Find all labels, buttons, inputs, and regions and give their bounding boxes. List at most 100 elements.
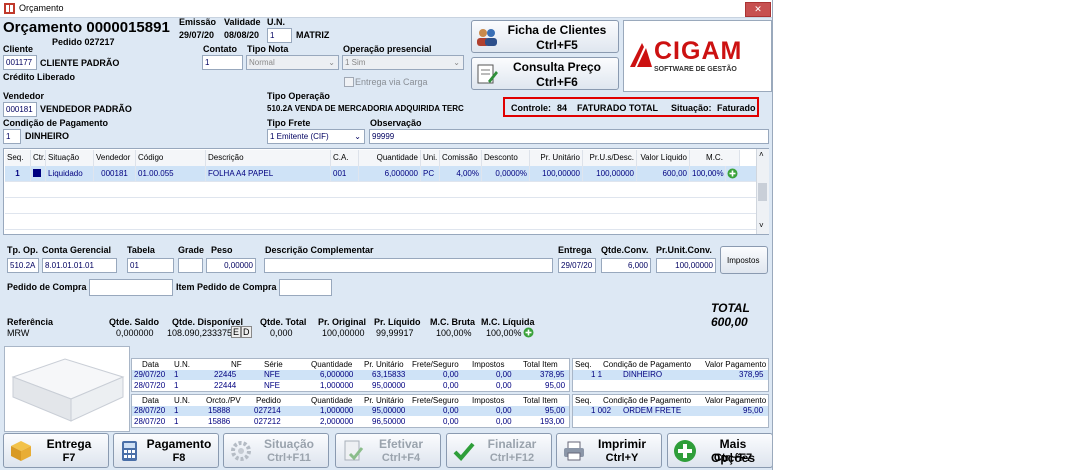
e-button[interactable]: E: [231, 326, 242, 338]
tipo-nota-label: Tipo Nota: [247, 44, 289, 54]
document-check-icon: [344, 440, 364, 461]
mc-bruta-label: M.C. Bruta: [430, 317, 475, 327]
item-pedido-field[interactable]: [279, 279, 332, 296]
saldo-value: 0,000000: [116, 328, 154, 338]
chevron-down-icon: ⌄: [354, 132, 361, 141]
col-header[interactable]: Quantidade: [359, 150, 421, 166]
mais-opcoes-button[interactable]: Mais Opções Ctrl+F7: [667, 433, 772, 468]
chevron-up-icon[interactable]: ˄: [759, 150, 764, 159]
tipo-frete-select[interactable]: 1 Emitente (CIF) ⌄: [267, 129, 365, 144]
total-value: 600,00: [711, 315, 748, 329]
vertical-scrollbar[interactable]: ˄ ˅: [756, 149, 769, 234]
cliente-name: CLIENTE PADRÃO: [40, 58, 120, 68]
col-header[interactable]: Vendedor: [94, 150, 136, 166]
table-row[interactable]: [5, 182, 757, 198]
operacao-label: Operação presencial: [343, 44, 432, 54]
app-icon: [4, 3, 15, 14]
impostos-button[interactable]: Impostos: [720, 246, 768, 274]
table-row[interactable]: [5, 214, 757, 230]
qtde-conv-field[interactable]: 6,000: [601, 258, 651, 273]
cigam-logo: CIGAM SOFTWARE DE GESTÃO: [623, 20, 772, 92]
cliente-label: Cliente: [3, 44, 34, 54]
situacao-button[interactable]: Situação Ctrl+F11: [223, 433, 329, 468]
chevron-down-icon[interactable]: ˅: [759, 221, 764, 230]
validade-label: Validade: [224, 17, 261, 27]
condicao-code-field[interactable]: 1: [3, 129, 21, 144]
table-row[interactable]: 28/07/20 1 15886 027212 2,000000 96,5000…: [132, 417, 569, 427]
table-row[interactable]: 1 1 DINHEIRO 378,95: [573, 370, 768, 380]
entrega-carga-checkbox[interactable]: [344, 77, 354, 87]
col-header[interactable]: Situação: [46, 150, 94, 166]
col-header[interactable]: Descrição: [206, 150, 331, 166]
table-row[interactable]: 28/07/20 1 22444 NFE 1,000000 95,00000 0…: [132, 381, 569, 391]
entrega-field[interactable]: 29/07/20: [558, 258, 596, 273]
observacao-field[interactable]: 99999: [369, 129, 769, 144]
tipo-nota-select[interactable]: Normal ⌄: [246, 55, 339, 70]
col-header[interactable]: Comissão: [440, 150, 482, 166]
referencia-label: Referência: [7, 317, 54, 327]
tp-op-label: Tp. Op.: [7, 245, 38, 255]
col-header[interactable]: Ctr.: [31, 150, 46, 166]
un-label: U.N.: [267, 17, 285, 27]
table-row[interactable]: [5, 198, 757, 214]
plus-circle-icon: [674, 440, 696, 462]
pr-original-label: Pr. Original: [318, 317, 367, 327]
entrega-label: Entrega: [558, 245, 592, 255]
desc-field[interactable]: [264, 258, 553, 273]
grade-label: Grade: [178, 245, 205, 255]
conta-field[interactable]: 8.01.01.01.01: [42, 258, 117, 273]
qtde-total-value: 0,000: [270, 328, 293, 338]
add-circle-icon[interactable]: [727, 168, 738, 179]
imprimir-button[interactable]: Imprimir Ctrl+Y: [556, 433, 662, 468]
chevron-down-icon: ⌄: [328, 58, 335, 67]
d-button[interactable]: D: [241, 326, 252, 338]
close-button[interactable]: ✕: [745, 2, 771, 17]
table-row[interactable]: 29/07/20 1 22445 NFE 6,000000 63,15833 0…: [132, 370, 569, 380]
col-header[interactable]: M.C.: [690, 150, 740, 166]
scroll-thumb[interactable]: [758, 183, 767, 201]
vendedor-name: VENDEDOR PADRÃO: [40, 104, 132, 114]
nf-payment-grid: Seq. Condição de Pagamento Valor Pagamen…: [572, 358, 769, 392]
entrega-carga-label: Entrega via Carga: [355, 77, 428, 87]
un-name: MATRIZ: [296, 30, 330, 40]
orcamento-window: Orçamento ✕ Orçamento 0000015891 Pedido …: [0, 0, 773, 470]
un-field[interactable]: 1: [267, 28, 292, 43]
col-header[interactable]: Uni.: [421, 150, 440, 166]
peso-label: Peso: [211, 245, 233, 255]
finalizar-button[interactable]: Finalizar Ctrl+F12: [446, 433, 552, 468]
pagamento-button[interactable]: Pagamento F8: [113, 433, 219, 468]
operacao-select[interactable]: 1 Sim ⌄: [342, 55, 464, 70]
table-row[interactable]: 1 Liquidado 000181 01.00.055 FOLHA A4 PA…: [5, 166, 757, 182]
conta-label: Conta Gerencial: [42, 245, 112, 255]
table-row[interactable]: 28/07/20 1 15888 027214 1,000000 95,0000…: [132, 406, 569, 416]
pedido-compra-field[interactable]: [89, 279, 173, 296]
col-header[interactable]: Código: [136, 150, 206, 166]
items-grid: Seq. Ctr. Situação Vendedor Código Descr…: [3, 148, 769, 235]
product-image: [4, 346, 130, 432]
efetivar-button[interactable]: Efetivar Ctrl+F4: [335, 433, 441, 468]
ficha-clientes-button[interactable]: Ficha de Clientes Ctrl+F5: [471, 20, 619, 53]
col-header[interactable]: Pr. Unitário: [530, 150, 583, 166]
tabela-label: Tabela: [127, 245, 155, 255]
contato-field[interactable]: 1: [202, 55, 243, 70]
desc-label: Descrição Complementar: [265, 245, 374, 255]
tabela-field[interactable]: 01: [127, 258, 174, 273]
col-header[interactable]: Valor Líquido: [637, 150, 690, 166]
col-header[interactable]: Pr.U.s/Desc.: [583, 150, 637, 166]
tp-op-field[interactable]: 510.2A: [7, 258, 39, 273]
vendedor-code-field[interactable]: 000181: [3, 102, 37, 117]
item-pedido-label: Item Pedido de Compra: [176, 282, 277, 292]
qtde-total-label: Qtde. Total: [260, 317, 307, 327]
consulta-preco-button[interactable]: Consulta Preço Ctrl+F6: [471, 57, 619, 90]
entrega-button[interactable]: Entrega F7: [3, 433, 109, 468]
pr-unit-conv-field[interactable]: 100,00000: [656, 258, 716, 273]
grade-field[interactable]: [178, 258, 203, 273]
peso-field[interactable]: 0,00000: [206, 258, 256, 273]
referencia-value: MRW: [7, 328, 30, 338]
col-header[interactable]: Desconto: [482, 150, 530, 166]
cliente-code-field[interactable]: 001177: [3, 55, 37, 70]
col-header[interactable]: C.A.: [331, 150, 359, 166]
col-header[interactable]: Seq.: [5, 150, 31, 166]
add-circle-icon[interactable]: [523, 327, 534, 338]
table-row[interactable]: 1 002 ORDEM FRETE 95,00: [573, 406, 768, 416]
